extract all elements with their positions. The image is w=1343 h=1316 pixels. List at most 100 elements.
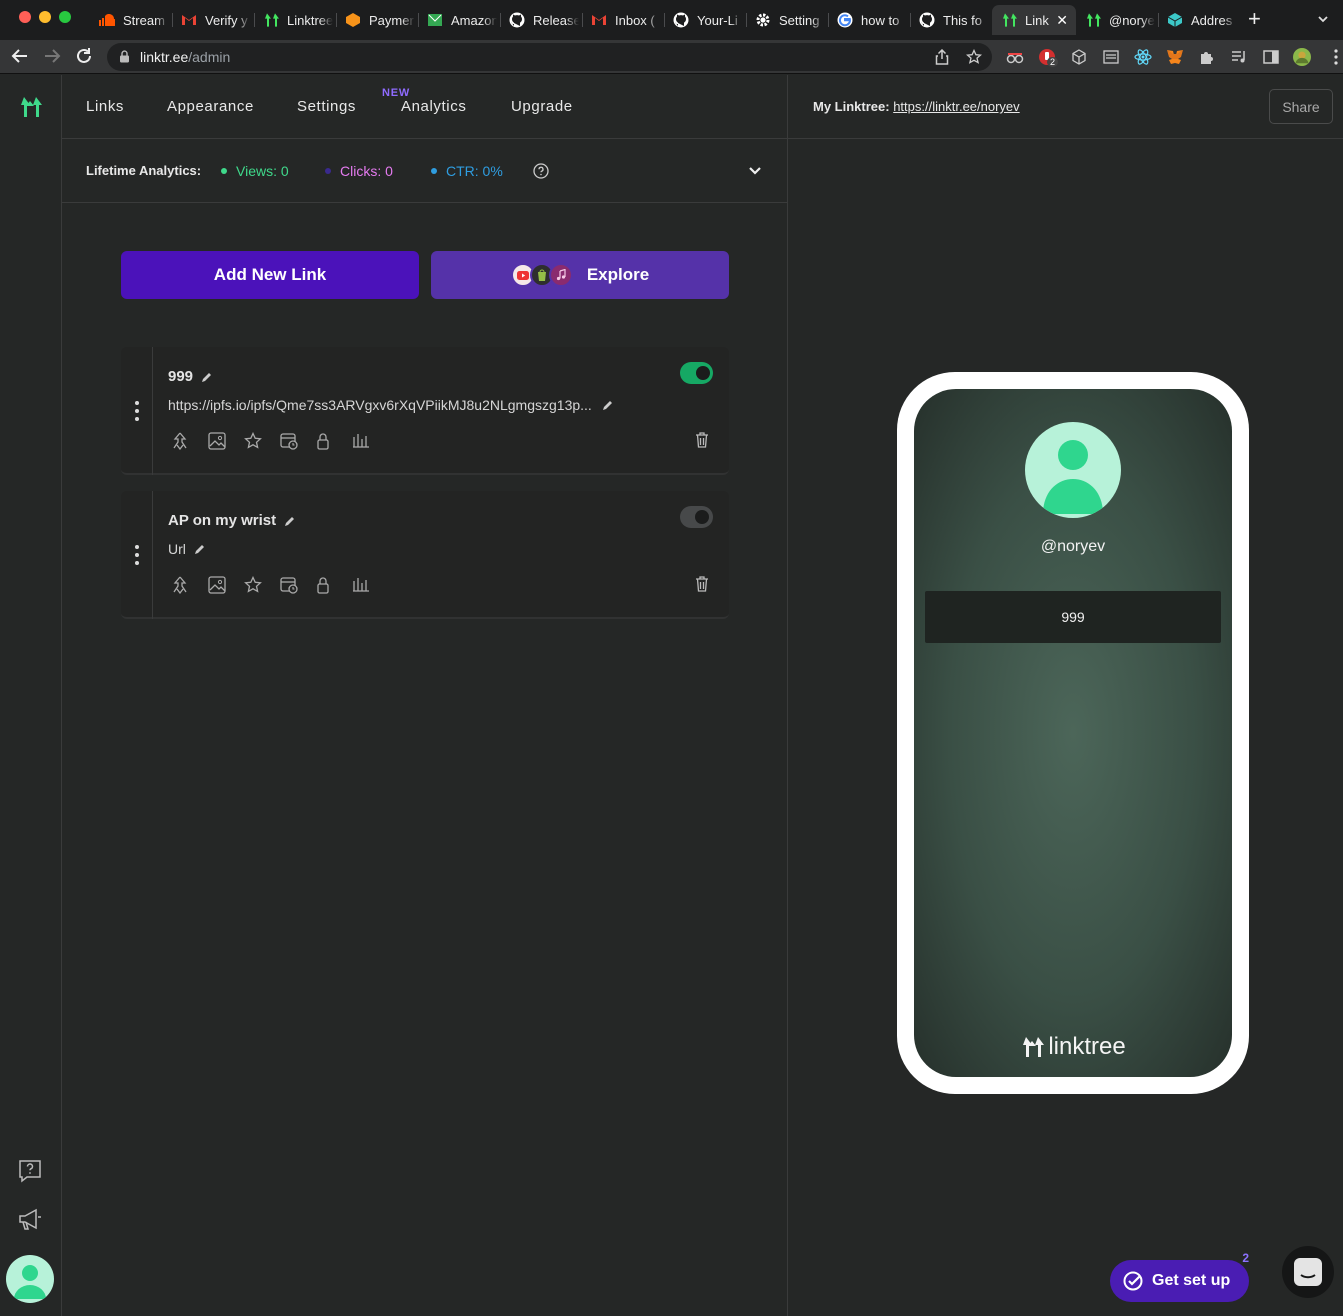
checklist-icon (1123, 1271, 1143, 1291)
enable-link-toggle[interactable] (680, 506, 713, 528)
schedule-icon[interactable] (280, 432, 316, 452)
url-text: linktr.ee/admin (140, 49, 231, 65)
lock-icon[interactable] (316, 576, 352, 596)
drag-handle-icon[interactable] (121, 347, 153, 475)
browser-tab[interactable]: Inbox ( (582, 5, 664, 35)
lock-icon[interactable] (316, 432, 352, 452)
analytics-bars-icon[interactable] (352, 432, 388, 452)
add-new-link-label: Add New Link (213, 265, 327, 284)
tab-links[interactable]: Links (86, 98, 124, 115)
chevron-down-icon[interactable] (748, 166, 762, 176)
megaphone-icon[interactable] (18, 1208, 42, 1230)
zoom-window-button[interactable] (59, 11, 71, 23)
browser-tab[interactable]: Your-Li (664, 5, 746, 35)
forward-icon[interactable] (43, 47, 61, 65)
panel-divider (787, 75, 788, 1316)
tab-search-icon[interactable] (1316, 12, 1330, 26)
linktree-logo-icon[interactable] (18, 97, 42, 117)
tab-settings[interactable]: Settings (297, 98, 356, 115)
schedule-icon[interactable] (280, 576, 316, 596)
spy-extension-icon[interactable] (1006, 48, 1024, 66)
link-url[interactable]: Url (168, 541, 206, 557)
preview-link-label: 999 (1061, 609, 1085, 625)
browser-tab[interactable]: Linktree (254, 5, 336, 35)
phone-screen: @noryev 999 linktree (914, 389, 1232, 1077)
google-icon (837, 12, 853, 28)
ctr-dot (431, 168, 437, 174)
delete-trash-icon[interactable] (695, 576, 709, 592)
edit-pencil-icon[interactable] (201, 371, 213, 383)
browser-tab[interactable]: Amazon (418, 5, 500, 35)
edit-pencil-icon[interactable] (284, 515, 296, 527)
thumbnail-image-icon[interactable] (208, 576, 244, 596)
chat-support-button[interactable] (1282, 1246, 1334, 1298)
cube-extension-icon[interactable] (1070, 48, 1088, 66)
adblock-extension-icon[interactable]: 2 (1038, 48, 1059, 67)
browser-tab[interactable]: Paymer (336, 5, 418, 35)
metamask-icon[interactable] (1166, 48, 1184, 66)
my-linktree-link[interactable]: https://linktr.ee/noryev (893, 99, 1019, 114)
get-set-up-button[interactable]: Get set up 2 (1110, 1251, 1249, 1302)
tab-upgrade[interactable]: Upgrade (511, 98, 573, 115)
redirect-icon[interactable] (172, 432, 208, 452)
profile-avatar-icon[interactable] (1293, 48, 1311, 66)
enable-link-toggle[interactable] (680, 362, 713, 384)
preview-link-button[interactable]: 999 (925, 591, 1221, 643)
analytics-bars-icon[interactable] (352, 576, 388, 596)
css-extension-icon[interactable] (1102, 48, 1120, 66)
account-avatar[interactable] (6, 1255, 54, 1303)
side-panel-icon[interactable] (1262, 48, 1280, 66)
priority-star-icon[interactable] (244, 576, 280, 596)
browser-tab[interactable]: Stream (90, 5, 172, 35)
bookmark-star-icon[interactable] (965, 48, 983, 66)
explore-button[interactable]: Explore (431, 251, 729, 299)
my-linktree-label: My Linktree: (813, 99, 890, 114)
react-devtools-icon[interactable] (1134, 48, 1152, 66)
close-tab-icon[interactable]: ✕ (1056, 12, 1068, 29)
browser-tab[interactable]: Link ✕ (992, 5, 1076, 35)
tab-analytics[interactable]: Analytics (401, 98, 466, 115)
share-page-icon[interactable] (933, 48, 951, 66)
edit-pencil-icon[interactable] (194, 543, 206, 555)
edit-pencil-icon[interactable] (602, 399, 614, 411)
minimize-window-button[interactable] (39, 11, 51, 23)
browser-tab[interactable]: Release (500, 5, 582, 35)
tab-appearance[interactable]: Appearance (167, 98, 254, 115)
extensions-puzzle-icon[interactable] (1198, 48, 1216, 66)
browser-tab[interactable]: This fo (910, 5, 992, 35)
help-icon[interactable] (18, 1159, 42, 1183)
reload-icon[interactable] (75, 47, 93, 65)
browser-tab[interactable]: Addres (1158, 5, 1240, 35)
lock-icon[interactable] (119, 50, 130, 63)
browser-tab[interactable]: how to (828, 5, 910, 35)
clicks-stat: Clicks: 0 (325, 163, 393, 179)
link-title[interactable]: AP on my wrist (168, 512, 296, 529)
media-control-icon[interactable] (1230, 48, 1248, 66)
browser-tab[interactable]: @norye (1076, 5, 1158, 35)
share-label: Share (1282, 98, 1320, 115)
tab-title: @norye (1109, 12, 1155, 28)
share-button[interactable]: Share (1269, 89, 1333, 124)
browser-tab[interactable]: Setting (746, 5, 828, 35)
address-bar[interactable]: linktr.ee/admin (107, 43, 992, 71)
link-tools (172, 576, 388, 596)
link-url[interactable]: https://ipfs.io/ipfs/Qme7ss3ARVgxv6rXqVP… (168, 397, 614, 413)
tab-title: Paymer (369, 12, 414, 28)
thumbnail-image-icon[interactable] (208, 432, 244, 452)
tab-title: This fo (943, 12, 983, 28)
new-tab-button[interactable]: + (1248, 8, 1261, 30)
priority-star-icon[interactable] (244, 432, 280, 452)
delete-trash-icon[interactable] (695, 432, 709, 448)
drag-handle-icon[interactable] (121, 491, 153, 619)
back-icon[interactable] (11, 47, 29, 65)
tab-list: Stream Verify y Linktree Paymer Amazon Releas… (90, 5, 1240, 35)
add-new-link-button[interactable]: Add New Link (121, 251, 419, 299)
redirect-icon[interactable] (172, 576, 208, 596)
browser-menu-icon[interactable] (1327, 48, 1343, 66)
question-icon[interactable] (533, 163, 549, 179)
cube-icon (1167, 12, 1183, 28)
soundcloud-icon (99, 12, 115, 28)
link-title[interactable]: 999 (168, 368, 213, 385)
browser-tab[interactable]: Verify y (172, 5, 254, 35)
close-window-button[interactable] (19, 11, 31, 23)
